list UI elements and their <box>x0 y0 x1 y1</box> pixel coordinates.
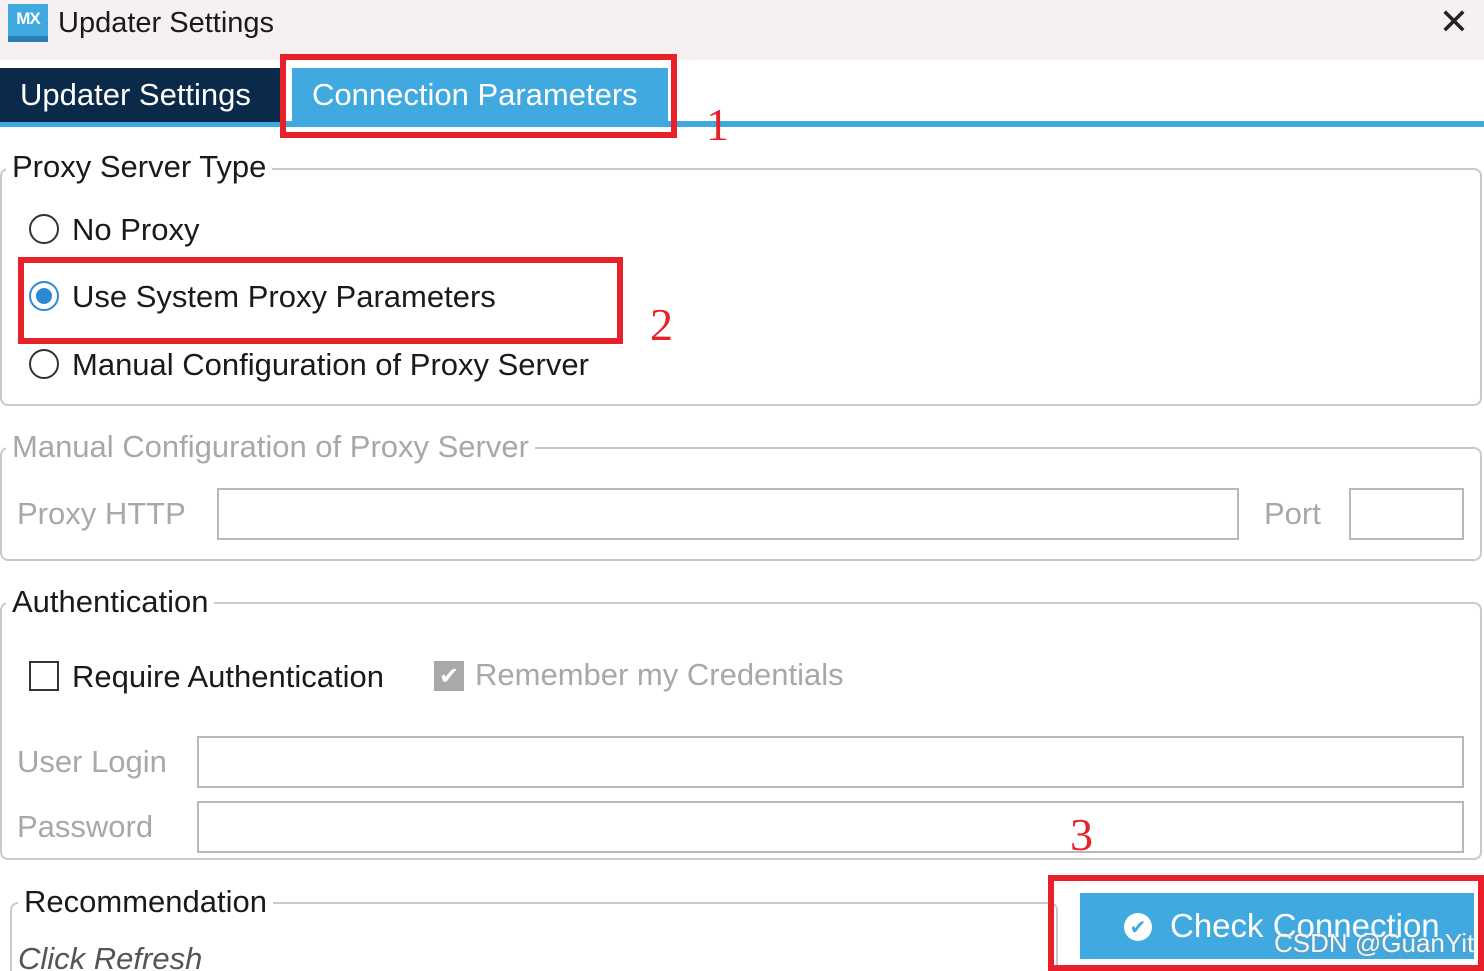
recommendation-hint: Click Refresh <box>18 941 203 971</box>
manual-proxy-radio[interactable] <box>29 349 59 379</box>
annotation-box-2 <box>18 257 623 344</box>
no-proxy-radio[interactable] <box>29 214 59 244</box>
require-authentication-label[interactable]: Require Authentication <box>72 658 384 696</box>
watermark: CSDN @GuanYit <box>1274 928 1475 958</box>
proxy-server-type-legend: Proxy Server Type <box>6 148 273 186</box>
proxy-http-label: Proxy HTTP <box>17 496 186 531</box>
app-logo-icon: MX <box>8 4 48 42</box>
require-authentication-checkbox[interactable] <box>29 661 59 691</box>
user-login-label: User Login <box>17 744 167 779</box>
annotation-box-1 <box>280 54 677 138</box>
close-icon[interactable]: ✕ <box>1436 5 1472 42</box>
tab-updater-settings[interactable]: Updater Settings <box>0 68 280 122</box>
manual-proxy-legend: Manual Configuration of Proxy Server <box>6 428 535 466</box>
password-label: Password <box>17 809 154 844</box>
recommendation-legend: Recommendation <box>18 883 273 921</box>
user-login-input[interactable] <box>197 736 1464 788</box>
port-label: Port <box>1264 496 1321 531</box>
password-input[interactable] <box>197 801 1464 853</box>
no-proxy-label[interactable]: No Proxy <box>72 211 199 249</box>
proxy-http-input[interactable] <box>217 488 1239 540</box>
authentication-legend: Authentication <box>6 583 215 621</box>
port-input[interactable] <box>1349 488 1464 540</box>
remember-credentials-checkbox[interactable]: ✔ <box>434 661 464 691</box>
manual-proxy-label[interactable]: Manual Configuration of Proxy Server <box>72 346 589 384</box>
window-title: Updater Settings <box>58 7 275 39</box>
annotation-number-2: 2 <box>650 299 673 350</box>
remember-credentials-label: Remember my Credentials <box>475 657 844 692</box>
annotation-number-3: 3 <box>1070 809 1093 860</box>
annotation-number-1: 1 <box>706 99 729 150</box>
